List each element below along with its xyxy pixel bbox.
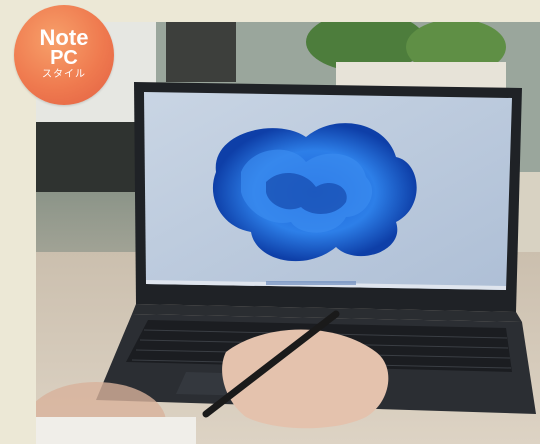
- badge-line-note: Note: [39, 25, 89, 50]
- badge-line-style: スタイル: [42, 69, 86, 80]
- badge-line-pc: PC: [50, 47, 78, 69]
- laptop-photo: [36, 22, 540, 444]
- laptop-photo-art: [36, 22, 540, 444]
- note-pc-style-badge: Note PC スタイル: [14, 5, 114, 105]
- product-image-stage: Note PC スタイル: [0, 0, 540, 444]
